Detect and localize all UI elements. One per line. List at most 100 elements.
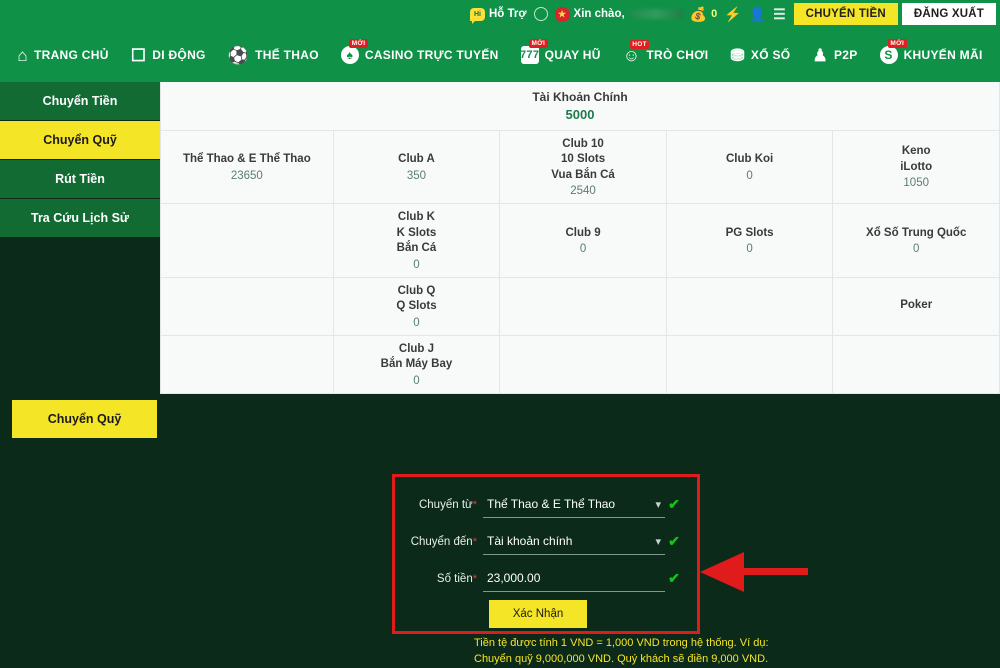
nav-item-3[interactable]: ♠ MỚI CASINO TRỰC TUYẾN: [340, 39, 499, 64]
account-name: Club 9: [565, 226, 601, 239]
page-content: Chuyển Tiền Chuyển Quỹ Rút Tiền Tra Cứu Lịc…: [0, 82, 1000, 665]
account-name: Thể Thao & E Thể Thao: [182, 153, 311, 166]
balance-display[interactable]: 💰 0: [690, 6, 718, 23]
required-asterisk: *: [472, 535, 477, 548]
nav-item-label: TRANG CHỦ: [33, 48, 109, 62]
balance-count: 0: [711, 8, 718, 20]
account-cell: [665, 334, 834, 394]
account-name: PG Slots: [725, 226, 774, 239]
globe-circle-icon: [533, 7, 548, 21]
table-row: Club J Bắn Máy Bay 0: [160, 334, 1000, 394]
transfer-from-valid-check-icon: ✔: [668, 496, 680, 512]
account-cell: PG Slots 0: [665, 203, 834, 278]
account-value: 0: [913, 243, 920, 256]
vietnam-flag-icon: ★: [554, 6, 570, 22]
transfer-from-value: Thể Thao & E Thể Thao: [487, 497, 616, 511]
main-account-cell: Tài Khoản Chính 5000: [160, 82, 1000, 131]
main-account-value: 5000: [565, 106, 595, 122]
profile-button[interactable]: 👤: [749, 6, 766, 23]
account-cell: [160, 203, 334, 278]
nav-item-1[interactable]: ☐ DI ĐỘNG: [131, 47, 206, 64]
nav-item-label: THỂ THAO: [255, 48, 319, 62]
transfer-from-select[interactable]: Thể Thao & E Thể Thao ▾: [483, 492, 665, 518]
account-value: 2540: [570, 185, 596, 198]
account-value: 0: [746, 169, 753, 182]
amount-row: Số tiền* 23,000.00 ✔: [409, 563, 683, 594]
coins-icon: 💰: [689, 5, 708, 22]
transfer-form-highlight-box: Chuyển từ* Thể Thao & E Thể Thao ▾ ✔ Chu…: [392, 474, 700, 634]
nav-item-label: XỔ SỐ: [750, 48, 791, 62]
sidebar-item-label: Chuyển Quỹ: [43, 133, 117, 147]
transfer-form: Chuyển từ* Thể Thao & E Thể Thao ▾ ✔ Chu…: [395, 477, 697, 628]
account-cell: Xổ Số Trung Quốc 0: [832, 203, 1000, 278]
support-link[interactable]: Hi Hỗ Trợ: [469, 7, 527, 24]
transfer-from-label: Chuyển từ*: [409, 499, 483, 511]
sidebar-item-label: Tra Cứu Lịch Sử: [31, 211, 129, 225]
joystick-icon: ☺ HOT: [623, 39, 650, 64]
transfer-to-select[interactable]: Tài khoản chính ▾: [483, 529, 665, 555]
nav-item-6[interactable]: ⛃ XỔ SỐ: [730, 47, 790, 64]
account-cell: Poker: [832, 276, 1000, 336]
account-cell: Club A 350: [332, 129, 501, 205]
amount-label-text: Số tiền: [436, 572, 473, 585]
promo-icon: S MỚI: [879, 39, 907, 64]
account-name: Xổ Số Trung Quốc: [866, 226, 967, 239]
people-icon: ♟: [812, 45, 828, 65]
nav-item-label: KHUYẾN MÃI: [903, 48, 983, 62]
nav-item-4[interactable]: 777 MỚI QUAY HŨ: [520, 39, 601, 64]
arrow-shaft: [740, 568, 808, 575]
chevron-down-icon: ▾: [655, 498, 661, 511]
transfer-from-label-text: Chuyển từ: [418, 498, 473, 511]
mobile-icon: ☐: [130, 45, 147, 65]
account-cell: Club 9 0: [499, 203, 667, 278]
nav-item-label: TRÒ CHƠI: [646, 48, 709, 62]
nav-item-2[interactable]: ⚽ THỂ THAO: [228, 47, 319, 64]
sidebar-item-label: Rút Tiền: [55, 172, 105, 186]
table-row: Club KK Slots Bắn Cá 0 Club 9 0 PG Slots 0 Xổ S…: [160, 203, 1000, 278]
cards-icon: ♠ MỚI: [340, 39, 368, 64]
account-cell: [499, 334, 667, 394]
transfer-to-row: Chuyển đến* Tài khoản chính ▾ ✔: [409, 526, 683, 557]
transfer-to-value: Tài khoản chính: [487, 534, 573, 548]
sidebar-item-0[interactable]: Chuyển Tiền: [0, 82, 160, 121]
nav-badge: HOT: [629, 39, 650, 49]
sidebar-item-3[interactable]: Tra Cứu Lịch Sử: [0, 199, 160, 238]
transfer-money-button[interactable]: CHUYỂN TIỀN: [793, 3, 898, 25]
account-cell: Thể Thao & E Thể Thao 23650: [160, 129, 334, 205]
nav-item-8[interactable]: S MỚI KHUYẾN MÃI: [879, 39, 983, 64]
person-icon: 👤: [748, 5, 767, 22]
account-value: 350: [406, 169, 427, 182]
nav-item-5[interactable]: ☺ HOT TRÒ CHƠI: [623, 39, 709, 64]
nav-badge: MỚI: [528, 39, 548, 49]
account-name: Club Koi: [725, 153, 774, 166]
sidebar-item-2[interactable]: Rút Tiền: [0, 160, 160, 199]
main-navigation: ⌂ TRANG CHỦ ☐ DI ĐỘNG ⚽ THỂ THAO ♠ MỚI CASINO TR…: [0, 28, 1000, 82]
menu-list-button[interactable]: ☰: [773, 6, 786, 23]
table-row: Club QQ Slots 0 Poker: [160, 276, 1000, 336]
confirm-button[interactable]: Xác Nhận: [489, 600, 587, 628]
account-value: 23650: [230, 169, 263, 182]
account-name: Club QQ Slots: [396, 284, 437, 313]
amount-input[interactable]: 23,000.00: [483, 566, 665, 592]
nav-item-label: QUAY HŨ: [544, 48, 601, 62]
lottery-balls-icon: ⛃: [730, 45, 745, 65]
account-name: Poker: [900, 299, 933, 312]
user-greeting: ★ Xin chào,: [554, 6, 683, 22]
arrow-head: [700, 552, 744, 592]
sidebar-menu: Chuyển Tiền Chuyển Quỹ Rút Tiền Tra Cứu Lịc…: [0, 82, 160, 238]
account-value: 0: [579, 243, 587, 256]
amount-value: 23,000.00: [487, 571, 541, 585]
currency-note: Tiền tệ được tính 1 VND = 1,000 VND tron…: [474, 637, 769, 665]
nav-item-7[interactable]: ♟ P2P: [812, 47, 857, 64]
account-name: Club 10 10 Slots Vua Bắn Cá: [551, 137, 615, 181]
quick-action-button[interactable]: ⚡: [724, 6, 741, 23]
language-selector[interactable]: [533, 7, 548, 21]
sidebar-transfer-funds-button[interactable]: Chuyển Quỹ: [12, 400, 157, 438]
sidebar-item-1[interactable]: Chuyển Quỹ: [0, 121, 160, 160]
account-cell: Club Koi 0: [665, 129, 834, 205]
account-value: 0: [746, 243, 753, 256]
account-cell: Club KK Slots Bắn Cá 0: [332, 203, 501, 278]
nav-item-0[interactable]: ⌂ TRANG CHỦ: [17, 47, 108, 64]
account-cell: [665, 276, 834, 336]
logout-button[interactable]: ĐĂNG XUẤT: [901, 3, 996, 25]
